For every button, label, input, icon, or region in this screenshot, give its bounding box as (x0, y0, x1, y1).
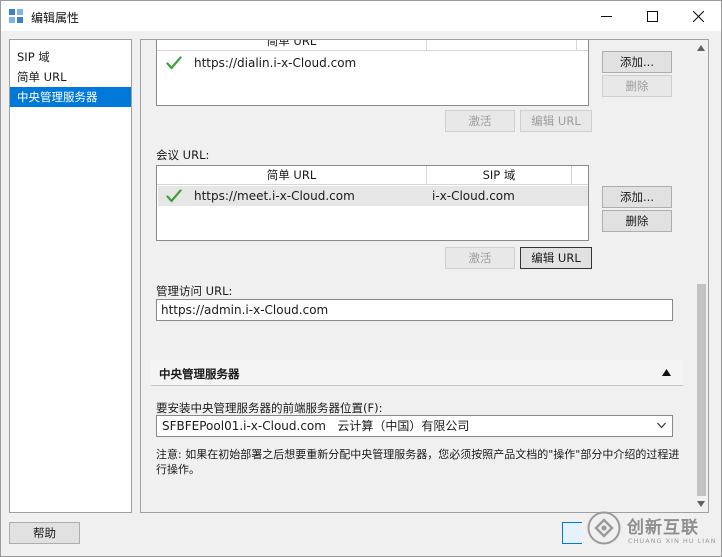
content-panel: 简单 URL https://dialin.i-x-Cloud.com 添加..… (140, 39, 709, 513)
nav-item-sip-domain[interactable]: SIP 域 (10, 47, 131, 67)
watermark-cn-text: 创新互联 (627, 518, 699, 538)
window-title: 编辑属性 (31, 11, 80, 25)
watermark: 创新互联 CHUANG XIN HU LIAN (585, 507, 721, 553)
cms-section-header[interactable]: 中央管理服务器 (151, 360, 683, 386)
cms-location-label: 要安装中央管理服务器的前端服务器位置(F): (156, 401, 383, 415)
nav-item-central-management-server[interactable]: 中央管理服务器 (10, 87, 131, 107)
cms-location-select[interactable]: SFBFEPool01.i-x-Cloud.com 云计算（中国）有限公司 (156, 415, 673, 437)
dialin-url-list[interactable]: 简单 URL https://dialin.i-x-Cloud.com (156, 40, 589, 106)
close-icon (692, 10, 704, 22)
dialin-edit-url-button[interactable]: 编辑 URL (520, 110, 592, 132)
dialin-activate-button[interactable]: 激活 (445, 110, 515, 132)
check-icon (166, 56, 182, 70)
dialin-list-header: 简单 URL (157, 40, 588, 51)
cms-section-title: 中央管理服务器 (159, 367, 240, 381)
title-bar: 编辑属性 (1, 1, 721, 31)
minimize-button[interactable] (583, 1, 629, 31)
meeting-col-simple-url[interactable]: 简单 URL (157, 166, 427, 185)
dialin-delete-button[interactable]: 删除 (602, 75, 672, 97)
maximize-icon (646, 10, 658, 22)
cms-location-value: SFBFEPool01.i-x-Cloud.com 云计算（中国）有限公司 (162, 419, 470, 433)
watermark-en-text: CHUANG XIN HU LIAN (628, 537, 717, 545)
dialin-col-blank[interactable] (427, 40, 577, 51)
dialin-col-simple-url[interactable]: 简单 URL (157, 40, 427, 51)
dialin-url: https://dialin.i-x-Cloud.com (194, 56, 357, 70)
admin-url-label: 管理访问 URL: (156, 284, 233, 298)
meeting-activate-button[interactable]: 激活 (445, 247, 515, 269)
help-button[interactable]: 帮助 (9, 522, 80, 544)
vertical-scrollbar[interactable] (693, 40, 708, 512)
meeting-url-list[interactable]: 简单 URL SIP 域 https://meet.i-x-Cloud.com … (156, 165, 589, 241)
dialin-add-button[interactable]: 添加... (602, 51, 672, 73)
admin-url-field[interactable]: https://admin.i-x-Cloud.com (156, 299, 673, 321)
properties-icon (9, 9, 23, 23)
brand-logo-icon (587, 511, 621, 545)
nav-item-simple-url[interactable]: 简单 URL (10, 67, 131, 87)
meeting-url-label: 会议 URL: (156, 148, 210, 162)
scroll-up-icon[interactable] (696, 44, 706, 52)
chevron-down-icon (657, 422, 666, 429)
meeting-edit-url-button[interactable]: 编辑 URL (520, 247, 592, 269)
navigation-list: SIP 域 简单 URL 中央管理服务器 (9, 39, 132, 513)
meeting-delete-button[interactable]: 删除 (602, 210, 672, 232)
minimize-icon (600, 15, 612, 17)
meeting-row[interactable]: https://meet.i-x-Cloud.com i-x-Cloud.com (158, 186, 588, 206)
close-button[interactable] (675, 1, 721, 31)
scroll-thumb[interactable] (697, 284, 706, 496)
dialin-row[interactable]: https://dialin.i-x-Cloud.com (158, 53, 588, 73)
check-icon (166, 189, 182, 203)
maximize-button[interactable] (629, 1, 675, 31)
collapse-triangle-icon[interactable] (662, 369, 671, 376)
meeting-url: https://meet.i-x-Cloud.com (194, 189, 355, 203)
meeting-col-sip-domain[interactable]: SIP 域 (427, 166, 572, 185)
edit-properties-window: 编辑属性 SIP 域 简单 URL 中央管理服务器 简单 URL https:/… (0, 0, 722, 557)
meeting-list-header: 简单 URL SIP 域 (157, 166, 588, 185)
cms-note: 注意: 如果在初始部署之后想要重新分配中央管理服务器，您必须按照产品文档的"操作… (156, 448, 680, 476)
meeting-sip-domain: i-x-Cloud.com (432, 189, 515, 203)
meeting-add-button[interactable]: 添加... (602, 186, 672, 208)
ok-button-partial[interactable] (562, 522, 582, 544)
